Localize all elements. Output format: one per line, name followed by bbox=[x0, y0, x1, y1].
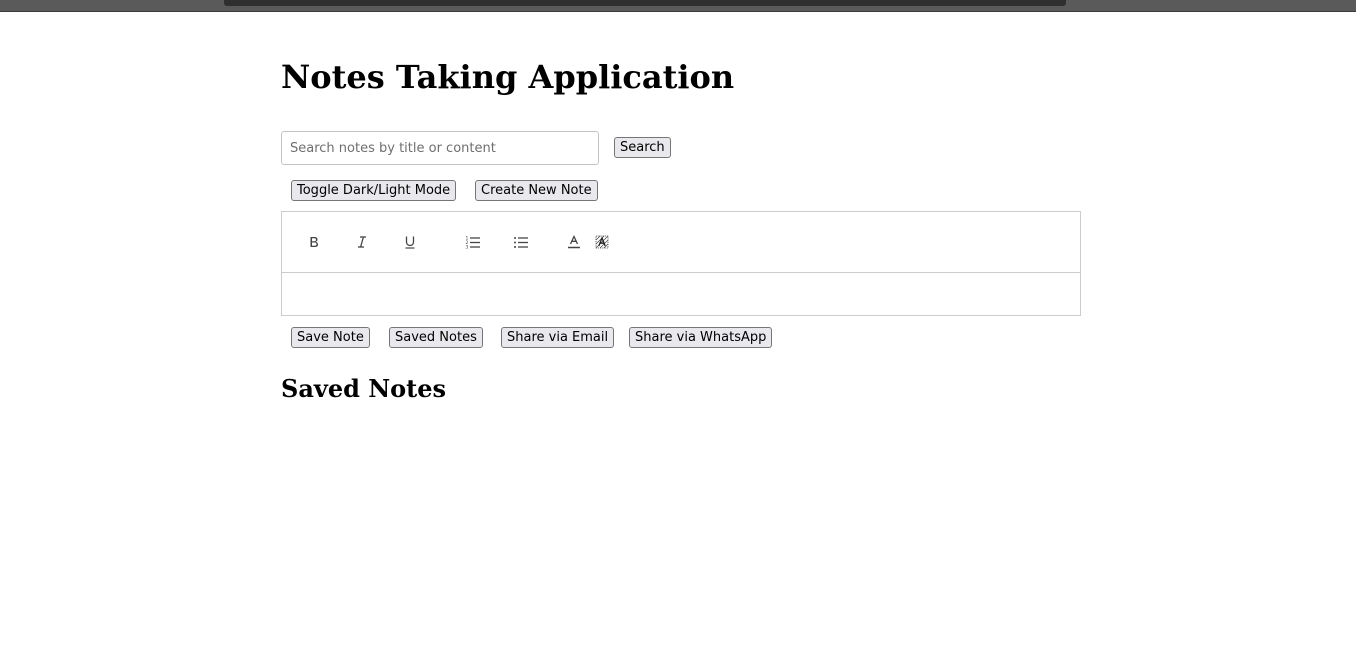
italic-icon bbox=[355, 235, 369, 249]
horizontal-scrollbar[interactable] bbox=[224, 0, 1066, 6]
share-email-button[interactable]: Share via Email bbox=[501, 327, 615, 348]
search-button[interactable]: Search bbox=[614, 137, 671, 158]
background-color-button[interactable] bbox=[590, 232, 614, 252]
saved-notes-button[interactable]: Saved Notes bbox=[389, 327, 483, 348]
saved-notes-heading: Saved Notes bbox=[281, 374, 447, 403]
svg-text:3: 3 bbox=[466, 245, 469, 250]
bullet-list-button[interactable] bbox=[509, 232, 533, 252]
page-title: Notes Taking Application bbox=[281, 58, 735, 96]
toggle-mode-button[interactable]: Toggle Dark/Light Mode bbox=[291, 180, 457, 201]
ordered-list-button[interactable]: 1 2 3 bbox=[461, 232, 485, 252]
underline-button[interactable] bbox=[398, 232, 422, 252]
italic-button[interactable] bbox=[350, 232, 374, 252]
browser-top-bar bbox=[0, 0, 1356, 12]
share-whatsapp-button[interactable]: Share via WhatsApp bbox=[629, 327, 773, 348]
bold-button[interactable] bbox=[302, 232, 326, 252]
background-color-icon bbox=[595, 235, 609, 249]
editor-toolbar: 1 2 3 bbox=[282, 212, 1080, 273]
bullet-list-icon bbox=[513, 235, 529, 249]
text-color-button[interactable] bbox=[562, 232, 586, 252]
underline-icon bbox=[403, 235, 417, 249]
bold-icon bbox=[307, 235, 321, 249]
text-color-icon bbox=[567, 235, 581, 249]
note-editor-area[interactable] bbox=[282, 273, 1080, 315]
save-note-button[interactable]: Save Note bbox=[291, 327, 370, 348]
ordered-list-icon: 1 2 3 bbox=[465, 235, 481, 249]
search-input[interactable] bbox=[281, 131, 599, 165]
rich-text-editor: 1 2 3 bbox=[281, 211, 1081, 316]
create-note-button[interactable]: Create New Note bbox=[475, 180, 598, 201]
